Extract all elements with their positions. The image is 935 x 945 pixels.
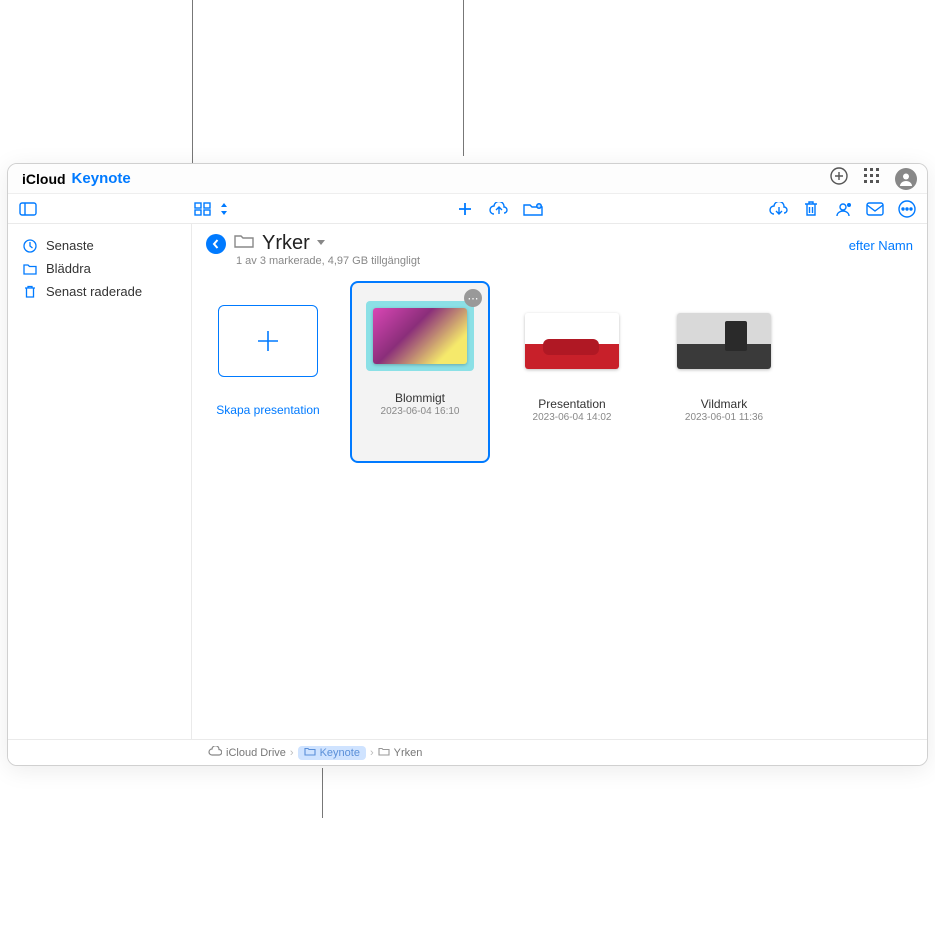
- path-segment-label: Yrken: [394, 747, 423, 759]
- upload-cloud-icon[interactable]: [489, 199, 509, 219]
- collaborate-icon[interactable]: [833, 199, 853, 219]
- document-card-blommigt[interactable]: ⋯ Blommigt 2023-06-04 16:10: [350, 281, 490, 463]
- more-actions-icon[interactable]: [897, 199, 917, 219]
- plus-icon: [218, 305, 318, 377]
- document-date: 2023-06-04 16:10: [381, 406, 460, 417]
- main-panel: Yrker 1 av 3 markerade, 4,97 GB tillgäng…: [192, 224, 927, 739]
- back-button[interactable]: [206, 234, 226, 254]
- document-card-presentation[interactable]: Presentation 2023-06-04 14:02: [502, 281, 642, 463]
- folder-icon: [22, 263, 38, 275]
- card-more-icon[interactable]: ⋯: [464, 289, 482, 307]
- sidebar-item-label: Senaste: [46, 238, 94, 253]
- chevron-right-icon: ›: [370, 747, 374, 759]
- create-presentation-label: Skapa presentation: [216, 403, 319, 417]
- document-thumbnail: [366, 301, 474, 371]
- app-name-label: Keynote: [72, 170, 131, 187]
- document-card-vildmark[interactable]: Vildmark 2023-06-01 11:36: [654, 281, 794, 463]
- icloud-label: iCloud: [22, 171, 66, 187]
- document-name: Blommigt: [395, 391, 445, 405]
- folder-title: Yrker: [262, 232, 310, 255]
- folder-icon: [378, 747, 390, 759]
- sidebar-item-browse[interactable]: Bläddra: [16, 257, 183, 280]
- document-thumbnail: [674, 305, 774, 377]
- titlebar-left: iCloud Keynote: [18, 170, 131, 187]
- document-name: Presentation: [538, 397, 605, 411]
- main-header: Yrker 1 av 3 markerade, 4,97 GB tillgäng…: [192, 224, 927, 271]
- sort-button[interactable]: efter Namn: [849, 238, 913, 253]
- folder-outline-icon: [234, 233, 254, 254]
- clock-icon: [22, 239, 38, 253]
- create-presentation-card[interactable]: Skapa presentation: [198, 281, 338, 463]
- document-name: Vildmark: [701, 397, 747, 411]
- new-folder-icon[interactable]: [523, 199, 543, 219]
- view-options-chevron-icon[interactable]: [219, 199, 229, 219]
- cloud-icon: [208, 746, 222, 759]
- sidebar-item-label: Bläddra: [46, 261, 91, 276]
- path-segment-yrken[interactable]: Yrken: [378, 747, 423, 759]
- sidebar-item-recently-deleted[interactable]: Senast raderade: [16, 280, 183, 303]
- account-avatar-icon[interactable]: [895, 168, 917, 190]
- sidebar-item-recent[interactable]: Senaste: [16, 234, 183, 257]
- sidebar-item-label: Senast raderade: [46, 284, 142, 299]
- callout-line: [322, 768, 323, 818]
- new-document-icon[interactable]: [455, 199, 475, 219]
- document-thumbnail: [522, 305, 622, 377]
- view-grid-icon[interactable]: [193, 199, 213, 219]
- folder-title-chevron-icon[interactable]: [316, 238, 326, 250]
- callout-line: [463, 0, 464, 156]
- app-grid-icon[interactable]: [863, 167, 881, 190]
- path-segment-label: iCloud Drive: [226, 747, 286, 759]
- titlebar: iCloud Keynote: [8, 164, 927, 194]
- delete-icon[interactable]: [801, 199, 821, 219]
- pathbar: iCloud Drive › Keynote › Yrken: [8, 739, 927, 765]
- mail-icon[interactable]: [865, 199, 885, 219]
- sidebar-toggle-icon[interactable]: [18, 199, 38, 219]
- path-segment-icloud[interactable]: iCloud Drive: [208, 746, 286, 759]
- document-date: 2023-06-01 11:36: [685, 412, 763, 423]
- document-date: 2023-06-04 14:02: [533, 412, 612, 423]
- sidebar: Senaste Bläddra Senast raderade: [8, 224, 192, 739]
- app-window: iCloud Keynote: [7, 163, 928, 766]
- add-circle-icon[interactable]: [829, 166, 849, 191]
- download-cloud-icon[interactable]: [769, 199, 789, 219]
- document-grid: Skapa presentation ⋯ Blommigt 2023-06-04…: [192, 271, 927, 463]
- titlebar-right: [829, 166, 917, 191]
- trash-icon: [22, 285, 38, 299]
- selection-status: 1 av 3 markerade, 4,97 GB tillgängligt: [236, 255, 420, 267]
- toolbar: [8, 194, 927, 224]
- path-segment-keynote[interactable]: Keynote: [298, 746, 366, 760]
- content-area: Senaste Bläddra Senast raderade: [8, 224, 927, 739]
- folder-icon: [304, 747, 316, 759]
- path-segment-label: Keynote: [320, 747, 360, 759]
- chevron-right-icon: ›: [290, 747, 294, 759]
